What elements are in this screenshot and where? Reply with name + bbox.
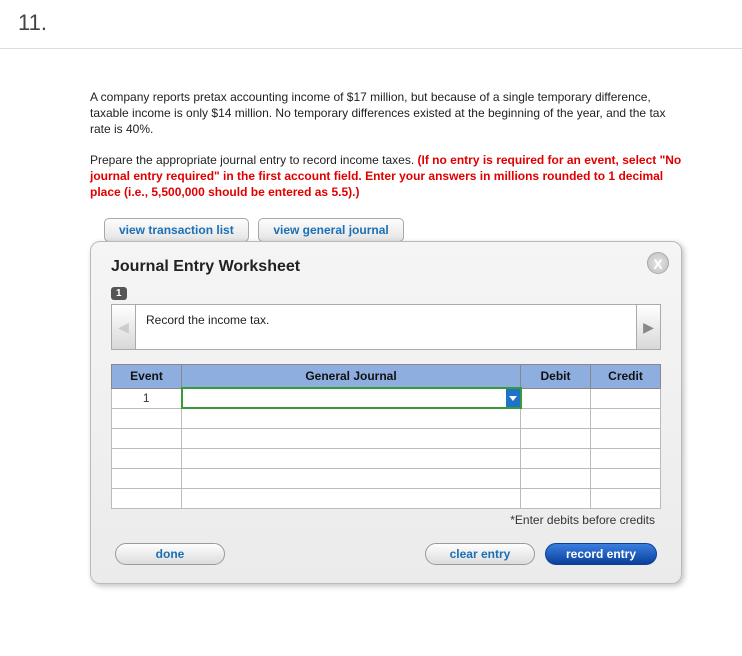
table-row: [112, 408, 661, 428]
prev-arrow-icon[interactable]: ◀: [111, 304, 135, 350]
credit-cell[interactable]: [591, 388, 661, 408]
account-dropdown[interactable]: [182, 468, 521, 488]
col-event: Event: [112, 365, 182, 389]
credit-cell[interactable]: [591, 468, 661, 488]
event-cell: [112, 468, 182, 488]
account-dropdown[interactable]: [182, 408, 521, 428]
problem-paragraph-2: Prepare the appropriate journal entry to…: [90, 152, 682, 201]
instruction-text: Record the income tax.: [135, 304, 637, 350]
footnote: *Enter debits before credits: [111, 513, 655, 527]
credit-cell[interactable]: [591, 428, 661, 448]
problem-paragraph-1: A company reports pretax accounting inco…: [90, 89, 682, 138]
view-general-journal-button[interactable]: view general journal: [258, 218, 403, 242]
account-dropdown[interactable]: [182, 388, 521, 408]
table-row: [112, 468, 661, 488]
table-row: 1: [112, 388, 661, 408]
debit-cell[interactable]: [521, 408, 591, 428]
account-dropdown[interactable]: [182, 428, 521, 448]
credit-cell[interactable]: [591, 448, 661, 468]
close-icon[interactable]: X: [647, 252, 669, 274]
question-number: 11.: [0, 0, 742, 49]
journal-entry-table: Event General Journal Debit Credit 1: [111, 364, 661, 509]
table-row: [112, 428, 661, 448]
journal-entry-panel: X Journal Entry Worksheet 1 ◀ Record the…: [90, 241, 682, 584]
col-general-journal: General Journal: [182, 365, 521, 389]
record-entry-button[interactable]: record entry: [545, 543, 657, 565]
debit-cell[interactable]: [521, 468, 591, 488]
next-arrow-icon[interactable]: ▶: [637, 304, 661, 350]
credit-cell[interactable]: [591, 408, 661, 428]
credit-cell[interactable]: [591, 488, 661, 508]
clear-entry-button[interactable]: clear entry: [425, 543, 535, 565]
event-cell: [112, 488, 182, 508]
debit-cell[interactable]: [521, 388, 591, 408]
col-debit: Debit: [521, 365, 591, 389]
view-transaction-list-button[interactable]: view transaction list: [104, 218, 249, 242]
problem-instruction: Prepare the appropriate journal entry to…: [90, 153, 418, 167]
col-credit: Credit: [591, 365, 661, 389]
chevron-down-icon[interactable]: [506, 389, 520, 407]
debit-cell[interactable]: [521, 448, 591, 468]
event-cell: [112, 428, 182, 448]
panel-title: Journal Entry Worksheet: [111, 258, 661, 276]
event-cell: [112, 408, 182, 428]
account-dropdown[interactable]: [182, 448, 521, 468]
table-row: [112, 488, 661, 508]
debit-cell[interactable]: [521, 428, 591, 448]
account-dropdown[interactable]: [182, 488, 521, 508]
event-cell: [112, 448, 182, 468]
debit-cell[interactable]: [521, 488, 591, 508]
event-cell: 1: [112, 388, 182, 408]
done-button[interactable]: done: [115, 543, 225, 565]
step-badge[interactable]: 1: [111, 287, 127, 300]
table-row: [112, 448, 661, 468]
